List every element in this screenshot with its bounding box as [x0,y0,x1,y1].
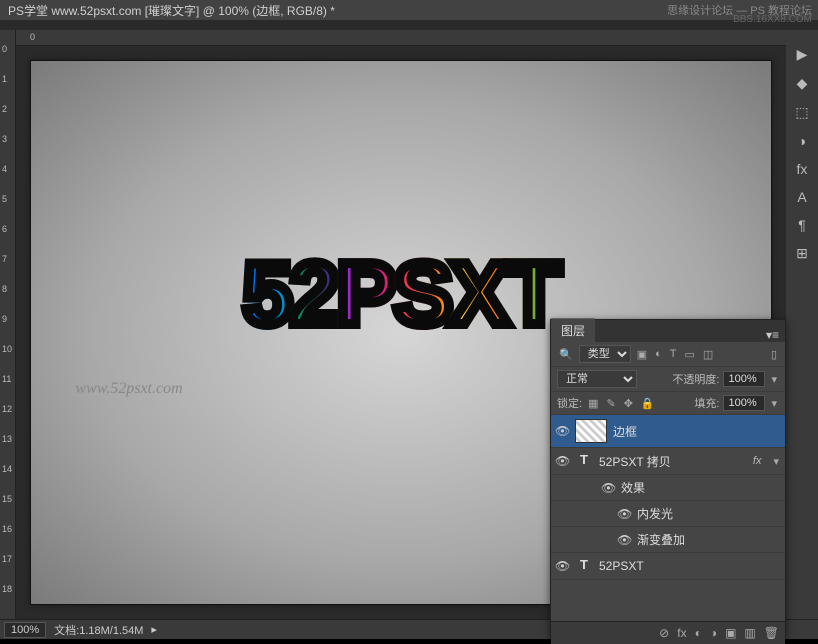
fill-label: 填充: [694,395,719,411]
layers-panel[interactable]: 图层 ▾≡ 🔍 类型 ▣ ◐ T ▭ ◫ ▯ 正常 不透明度: 100% ▾ 锁… [550,319,786,639]
text-layer-icon: T [575,452,593,470]
filter-type-select[interactable]: 类型 [579,345,631,363]
fx-indicator[interactable]: fx [753,455,766,467]
layer-item[interactable]: 👁 T 52PSXT [551,553,785,580]
lock-all-icon[interactable]: 🔒 [639,397,657,410]
search-icon[interactable]: 🔍 [557,348,575,361]
tab-bar [0,20,818,30]
doc-size: 文档:1.18M/1.54M [54,622,143,638]
vertical-ruler[interactable]: 0 1 2 3 4 5 6 7 8 9 10 11 12 13 14 15 16… [0,30,16,619]
opacity-dropdown-icon[interactable]: ▾ [769,373,779,386]
new-group-icon[interactable]: ▣ [725,626,736,640]
visibility-icon[interactable]: 👁 [617,507,631,521]
adjustments-icon[interactable]: ◑ [798,133,806,149]
filter-shape-icon[interactable]: ▭ [683,348,697,361]
canvas-watermark: www.52psxt.com [75,380,182,398]
layer-thumbnail[interactable] [575,419,607,443]
new-layer-icon[interactable]: ▥ [744,626,755,640]
play-icon[interactable]: ▶ [797,46,808,63]
add-mask-icon[interactable]: ◐ [695,626,702,640]
layer-item[interactable]: 👁 边框 [551,415,785,448]
color-icon[interactable]: ◆ [797,75,808,92]
layer-effects-group[interactable]: 👁 效果 [551,475,785,501]
layer-effect-item[interactable]: 👁 渐变叠加 [551,527,785,553]
artwork-text: 52PSXT [243,243,559,345]
delete-layer-icon[interactable]: 🗑 [764,626,779,640]
blend-opacity-row: 正常 不透明度: 100% ▾ [551,367,785,392]
watermark-top2: BBS.16XX8.COM [733,14,812,25]
document-title: PS学堂 www.52psxt.com [璀璨文字] @ 100% (边框, R… [8,2,335,19]
lock-position-icon[interactable]: ✥ [622,397,635,410]
add-fx-icon[interactable]: fx [677,626,686,640]
layer-effect-item[interactable]: 👁 内发光 [551,501,785,527]
shapes-icon[interactable]: ⬚ [795,104,808,121]
tab-layers[interactable]: 图层 [551,318,595,342]
visibility-icon[interactable]: 👁 [555,559,569,573]
lock-label: 锁定: [557,395,582,411]
lock-fill-row: 锁定: ▦ ✎ ✥ 🔒 填充: 100% ▾ [551,392,785,415]
right-toolbar: ▶ ◆ ⬚ ◑ fx A ¶ ⊞ [786,30,818,619]
visibility-icon[interactable]: 👁 [555,454,569,468]
fill-value[interactable]: 100% [723,395,765,411]
character-icon[interactable]: A [797,189,806,205]
panel-menu-icon[interactable]: ▾≡ [760,328,785,342]
filter-adjust-icon[interactable]: ◐ [653,348,664,360]
filter-pixel-icon[interactable]: ▣ [635,348,649,361]
link-layers-icon[interactable]: ⊘ [659,626,669,640]
filter-type-icon[interactable]: T [668,348,679,360]
new-adjustment-icon[interactable]: ◑ [710,626,717,640]
paragraph-icon[interactable]: ¶ [798,217,806,233]
text-layer-icon: T [575,557,593,575]
status-arrow[interactable]: ▸ [151,623,157,636]
opacity-value[interactable]: 100% [723,371,765,387]
visibility-icon[interactable]: 👁 [555,424,569,438]
visibility-icon[interactable]: 👁 [617,533,631,547]
layer-list[interactable]: 👁 边框 👁 T 52PSXT 拷贝 fx ▾ 👁 效果 👁 内发光 👁 渐变叠… [551,415,785,621]
layers-panel-footer: ⊘ fx ◐ ◑ ▣ ▥ 🗑 [551,621,785,644]
fill-dropdown-icon[interactable]: ▾ [769,397,779,410]
horizontal-ruler[interactable]: 0 [16,30,786,46]
visibility-icon[interactable]: 👁 [601,481,615,495]
fx-icon[interactable]: fx [797,161,808,177]
fx-collapse-icon[interactable]: ▾ [771,455,781,468]
blend-mode-select[interactable]: 正常 [557,370,637,388]
lock-transparent-icon[interactable]: ▦ [586,397,600,410]
layer-filter-row: 🔍 类型 ▣ ◐ T ▭ ◫ ▯ [551,342,785,367]
lock-pixels-icon[interactable]: ✎ [604,397,617,410]
filter-smart-icon[interactable]: ◫ [701,348,715,361]
layer-item[interactable]: 👁 T 52PSXT 拷贝 fx ▾ [551,448,785,475]
filter-toggle[interactable]: ▯ [769,348,779,361]
opacity-label: 不透明度: [672,371,719,387]
libraries-icon[interactable]: ⊞ [796,245,808,262]
zoom-level[interactable]: 100% [4,622,46,638]
